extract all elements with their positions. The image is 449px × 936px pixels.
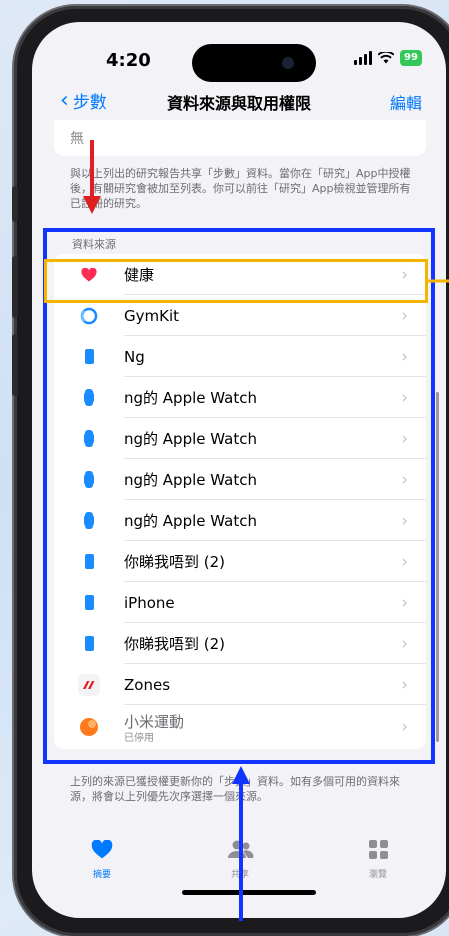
page-title: 資料來源與取用權限 xyxy=(166,94,311,113)
volume-down-button xyxy=(12,334,18,396)
volume-up-button xyxy=(12,256,18,318)
annotation-blue-box xyxy=(43,228,435,764)
home-indicator[interactable] xyxy=(182,890,316,895)
people-icon xyxy=(228,840,254,858)
heart-icon xyxy=(91,839,113,859)
annotation-yellow-box xyxy=(44,259,428,303)
scrollbar[interactable] xyxy=(436,392,439,742)
sources-footnote: 上列的來源已獲授權更新你的「步數」資料。如有多個可用的資料來源，將會以上列優先次… xyxy=(70,775,400,803)
dynamic-island xyxy=(192,44,316,82)
research-none-value: 無 xyxy=(70,131,84,147)
research-list-card: 無 xyxy=(54,120,426,156)
battery-badge: 99 xyxy=(400,50,422,66)
tab-browse[interactable]: 瀏覽 xyxy=(338,840,418,880)
grid-icon xyxy=(368,840,388,859)
tab-summary[interactable]: 摘要 xyxy=(62,839,142,880)
research-footnote: 與以上列出的研究報告共享「步數」資料。當你在「研究」App中授權後，有關研究會被… xyxy=(70,167,411,210)
nav-bar: ‹ 步數 資料來源與取用權限 編輯 xyxy=(32,78,446,122)
status-time: 4:20 xyxy=(106,50,151,71)
mute-switch xyxy=(12,186,18,222)
tab-sharing[interactable]: 共享 xyxy=(200,840,280,880)
edit-button[interactable]: 編輯 xyxy=(390,90,422,114)
signal-icon xyxy=(354,51,372,65)
wifi-icon xyxy=(378,52,394,64)
status-icons: 99 xyxy=(354,50,422,66)
